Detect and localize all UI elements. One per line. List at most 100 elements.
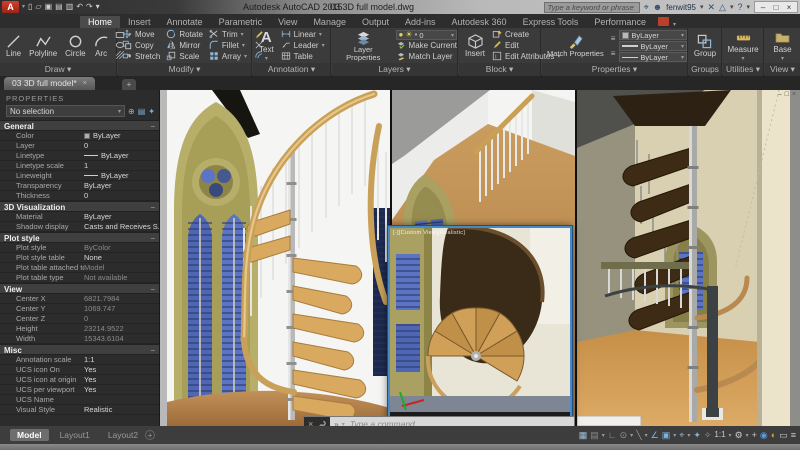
property-value[interactable]: Model	[84, 263, 159, 272]
scale-button[interactable]: Scale	[166, 51, 203, 62]
insert-block-button[interactable]: Insert	[462, 29, 488, 63]
polar-tracking-icon-caret[interactable]: ▾	[630, 432, 633, 439]
property-value[interactable]: ByLayer	[84, 151, 159, 160]
base-button[interactable]: Base ▾	[770, 29, 794, 63]
tab-parametric[interactable]: Parametric	[211, 16, 271, 28]
property-value[interactable]: None	[84, 253, 159, 262]
tab-autodesk-360[interactable]: Autodesk 360	[444, 16, 515, 28]
customization-icon[interactable]: +	[752, 427, 757, 443]
featured-apps-icon[interactable]	[657, 17, 669, 26]
search-icon[interactable]: ⌖	[644, 1, 649, 13]
property-value[interactable]: 1	[84, 161, 159, 170]
app-menu-caret-icon[interactable]: ▾	[22, 1, 25, 13]
layer-properties-button[interactable]: Layer Properties	[334, 29, 393, 63]
polyline-button[interactable]: Polyline	[26, 29, 60, 63]
annotation-autoscale-icon[interactable]: ✧	[704, 427, 712, 443]
property-value[interactable]: Yes	[84, 365, 159, 374]
tab-add-ins[interactable]: Add-ins	[397, 16, 444, 28]
property-value[interactable]	[84, 395, 159, 404]
clean-screen-icon[interactable]: ▭	[779, 427, 788, 443]
redo-icon[interactable]: ↷	[86, 2, 93, 11]
dynamic-input-icon[interactable]: ⌖	[679, 427, 684, 443]
ribbon-state-caret-icon[interactable]: ▾	[673, 21, 676, 28]
annotation-visibility-icon[interactable]: ✦	[693, 427, 701, 443]
fillet-button[interactable]: Fillet ▾	[209, 40, 247, 51]
palette-section-plot-style[interactable]: Plot style −	[0, 232, 159, 243]
table-button[interactable]: Table	[281, 52, 325, 62]
close-button[interactable]: ×	[783, 2, 795, 13]
selection-dropdown[interactable]: No selection ▾	[6, 105, 126, 117]
match-layer-button[interactable]: Match Layer	[396, 52, 457, 62]
qat-dropdown-icon[interactable]: ▾	[96, 2, 100, 11]
account-caret-icon[interactable]: ▾	[700, 3, 704, 11]
line-button[interactable]: Line	[3, 29, 24, 63]
save-as-icon[interactable]: ▤	[55, 2, 63, 11]
minimize-button[interactable]: –	[757, 2, 769, 13]
property-value[interactable]: 0	[84, 314, 159, 323]
leader-button[interactable]: Leader ▾	[281, 41, 325, 51]
viewport-right[interactable]	[577, 90, 800, 426]
property-value[interactable]: ByLayer	[84, 131, 159, 140]
linear-dimension-button[interactable]: Linear ▾	[281, 30, 325, 40]
drawing-close-icon[interactable]: ×	[792, 91, 796, 99]
array-button[interactable]: Array ▾	[209, 51, 247, 62]
tab-home[interactable]: Home	[80, 16, 121, 28]
help-search-input[interactable]	[543, 1, 640, 13]
annotation-scale-label[interactable]: 1:1	[714, 427, 725, 443]
print-icon[interactable]: ▥	[66, 2, 74, 11]
undo-icon[interactable]: ↶	[76, 2, 83, 11]
stretch-button[interactable]: Stretch	[122, 52, 160, 62]
palette-section-view[interactable]: View −	[0, 283, 159, 294]
autodesk360-icon[interactable]: △	[719, 1, 726, 13]
list-icon[interactable]: ≡	[611, 49, 616, 59]
layers-panel-label[interactable]: Layers ▾	[332, 63, 457, 76]
make-current-button[interactable]: Make Current	[396, 41, 457, 51]
list-icon[interactable]: ≡	[611, 34, 616, 44]
block-panel-label[interactable]: Block ▾	[459, 63, 540, 76]
palette-section-3d-visualization[interactable]: 3D Visualization −	[0, 201, 159, 212]
ortho-icon[interactable]: ∟	[608, 427, 617, 443]
property-value[interactable]: ByLayer	[84, 171, 159, 180]
object-snap-icon-caret[interactable]: ▾	[673, 432, 676, 439]
isodraft-icon[interactable]: ╲	[636, 427, 641, 443]
rotate-button[interactable]: Rotate	[166, 29, 203, 40]
connect-caret-icon[interactable]: ▾	[730, 3, 734, 11]
utilities-panel-label[interactable]: Utilities ▾	[723, 63, 763, 76]
layout-tab-layout1[interactable]: Layout1	[53, 429, 97, 441]
property-value[interactable]: 0	[84, 141, 159, 150]
tab-manage[interactable]: Manage	[305, 16, 354, 28]
osnap-tracking-icon[interactable]: ∠	[651, 427, 659, 443]
property-value[interactable]: Yes	[84, 385, 159, 394]
floating-viewport-window[interactable]: [-][Custom View][Realistic]	[387, 225, 573, 428]
restore-button[interactable]: □	[770, 2, 782, 13]
properties-panel-label[interactable]: Properties ▾	[542, 63, 687, 76]
help-caret-icon[interactable]: ▾	[746, 3, 750, 11]
group-button[interactable]: Group	[691, 29, 719, 63]
new-layout-button[interactable]: +	[145, 430, 156, 440]
circle-button[interactable]: Circle	[62, 29, 88, 63]
palette-section-misc[interactable]: Misc −	[0, 344, 159, 355]
open-file-icon[interactable]: ▱	[35, 2, 41, 11]
tab-view[interactable]: View	[270, 16, 305, 28]
view-panel-label[interactable]: View ▾	[765, 63, 800, 76]
file-tab[interactable]: 03 3D full model* ×	[4, 77, 95, 90]
exchange-apps-icon[interactable]: ✕	[707, 1, 715, 13]
property-value[interactable]: 1069.747	[84, 304, 159, 313]
mirror-button[interactable]: Mirror	[166, 40, 203, 51]
signed-in-username[interactable]: fenwit95	[666, 3, 696, 12]
isolate-objects-icon[interactable]: ◉	[760, 427, 768, 443]
annotation-scale-label-caret[interactable]: ▾	[729, 432, 732, 439]
layer-dropdown[interactable]: ● ☀ ▪ 0 ▾	[395, 30, 457, 40]
annotation-panel-label[interactable]: Annotation ▾	[253, 63, 330, 76]
snap-mode-icon[interactable]: ▤	[590, 427, 599, 443]
match-properties-button[interactable]: Match Properties	[544, 29, 607, 63]
workspace-icon-caret[interactable]: ▾	[746, 432, 749, 439]
property-value[interactable]: Not available	[84, 273, 159, 282]
layout-tab-model[interactable]: Model	[10, 429, 49, 441]
save-icon[interactable]: ▣	[45, 2, 53, 11]
snap-mode-icon-caret[interactable]: ▾	[602, 432, 605, 439]
linetype-dropdown[interactable]: ByLayer ▾	[619, 52, 687, 62]
toggle-pickadd-icon[interactable]: ⊕	[128, 107, 135, 116]
viewport-left[interactable]	[160, 90, 390, 426]
property-value[interactable]: ByColor	[84, 243, 159, 252]
